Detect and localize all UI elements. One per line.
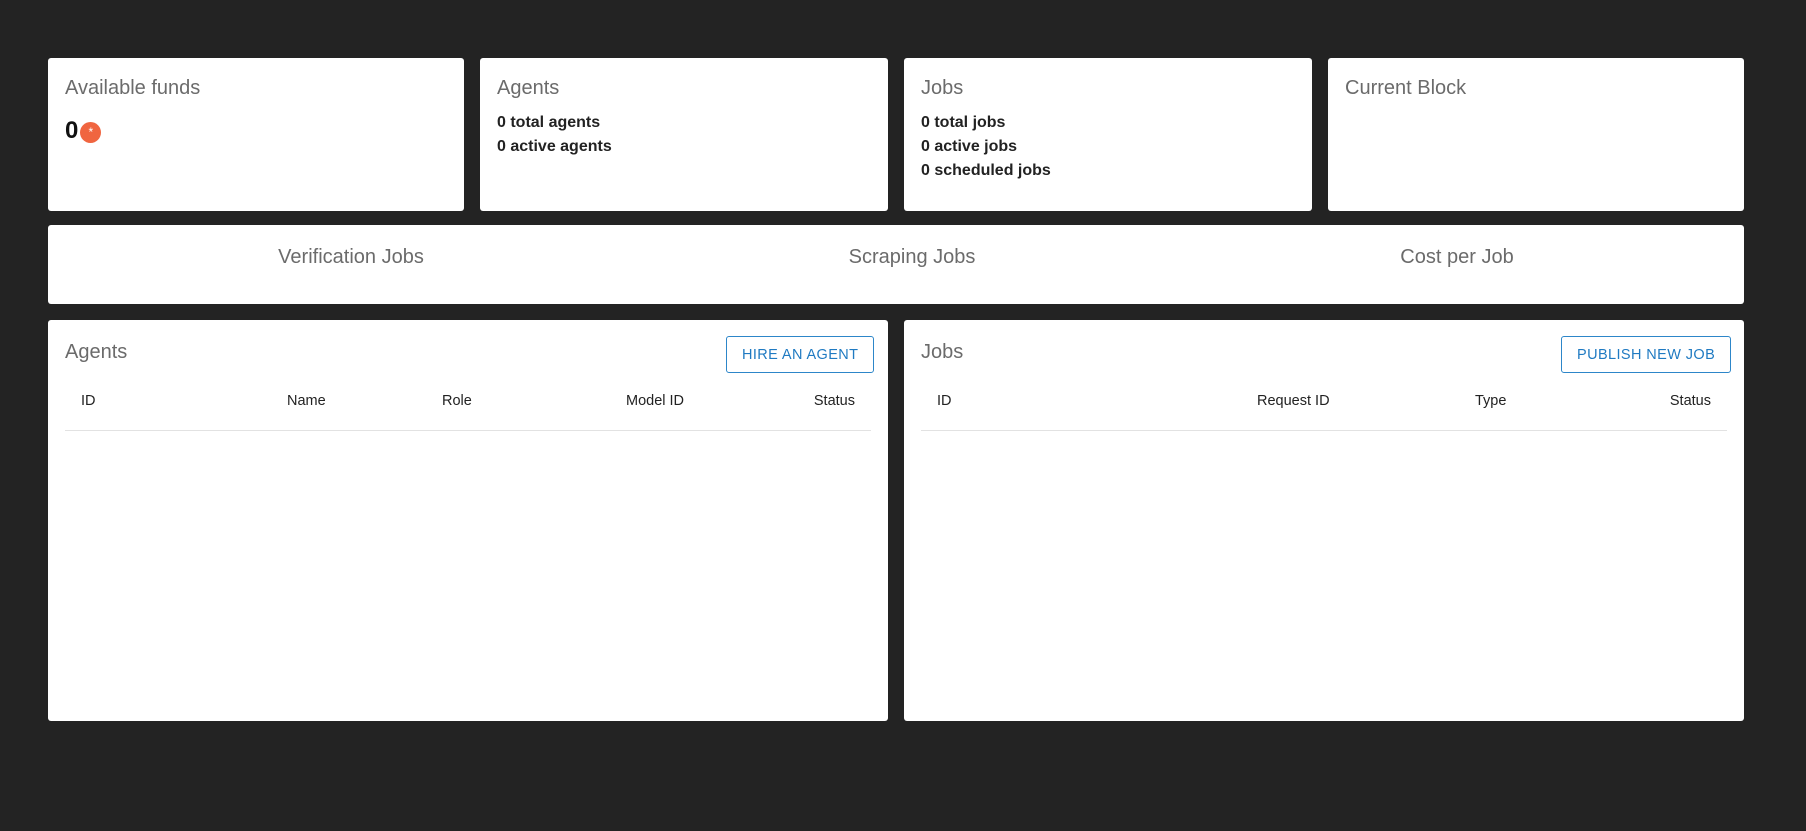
scraping-jobs-chart-title: Scraping Jobs [848,246,976,268]
active-agents: 0 active agents [497,138,612,155]
agents-col-model-id[interactable]: Model ID [626,393,684,409]
active-jobs: 0 active jobs [921,138,1018,155]
jobs-col-id[interactable]: ID [937,393,952,409]
jobs-summary-title: Jobs [921,77,964,99]
agents-table-card: Agents HIRE AN AGENT ID Name Role Model … [48,320,888,721]
current-block-title: Current Block [1345,77,1467,99]
agents-col-status[interactable]: Status [814,393,855,409]
agents-col-name[interactable]: Name [287,393,326,409]
charts-panel: Verification Jobs Scraping Jobs Cost per… [48,225,1744,304]
agents-summary-title: Agents [497,77,560,99]
hire-agent-button[interactable]: HIRE AN AGENT [726,336,875,373]
scheduled-jobs: 0 scheduled jobs [921,162,1051,179]
jobs-table-header: ID Request ID Type Status [921,376,1727,431]
jobs-col-request-id[interactable]: Request ID [1257,393,1330,409]
agents-col-role[interactable]: Role [442,393,472,409]
publish-new-job-button[interactable]: PUBLISH NEW JOB [1561,336,1732,373]
agents-table-title: Agents [65,341,128,363]
funds-balance: 0 * [65,117,102,145]
jobs-summary-card: Jobs 0 total jobs 0 active jobs 0 schedu… [904,58,1312,211]
total-agents: 0 total agents [497,114,601,131]
total-jobs: 0 total jobs [921,114,1006,131]
funds-value: 0 [65,117,79,144]
current-block-card: Current Block [1328,58,1744,211]
available-funds-card: Available funds 0 * [48,58,464,211]
jobs-table-card: Jobs PUBLISH NEW JOB ID Request ID Type … [904,320,1744,721]
jobs-col-status[interactable]: Status [1670,393,1711,409]
token-icon: * [80,121,102,143]
verification-jobs-chart-title: Verification Jobs [278,246,424,268]
agents-summary-card: Agents 0 total agents 0 active agents [480,58,888,211]
cost-per-job-chart-title: Cost per Job [1400,246,1514,268]
agents-table-header: ID Name Role Model ID Status [65,376,871,431]
jobs-col-type[interactable]: Type [1475,393,1506,409]
agents-col-id[interactable]: ID [81,393,96,409]
available-funds-title: Available funds [65,77,201,99]
jobs-table-title: Jobs [921,341,964,363]
